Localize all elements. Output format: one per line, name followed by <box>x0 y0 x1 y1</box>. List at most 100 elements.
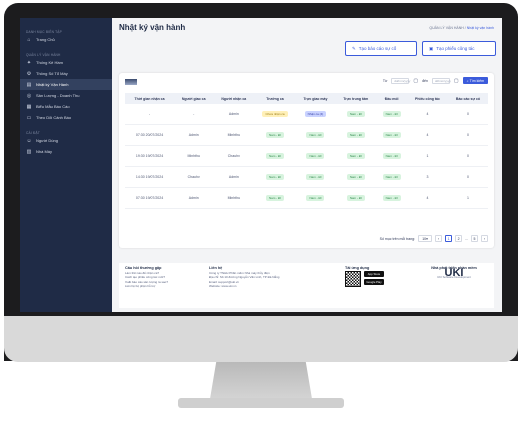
chart-icon: ✦ <box>26 59 32 66</box>
sidebar-item-label: Biểu Mẫu Báo Cáo <box>36 104 70 109</box>
grid-icon: ▦ <box>26 103 32 110</box>
contact-title: Liên hệ <box>209 266 223 270</box>
page-title: Nhật ký vận hành <box>119 23 186 32</box>
sidebar-item-users[interactable]: ☺ Người Dùng <box>20 135 112 146</box>
cell-incidents[interactable]: 1 <box>448 187 488 209</box>
cell-incidents[interactable]: 0 <box>448 166 488 188</box>
monitor-icon: ▭ <box>26 114 32 121</box>
status-badge: Nam - ĐI <box>382 174 401 180</box>
calendar-icon[interactable]: ▢ <box>454 78 459 84</box>
sidebar-item-output-revenue[interactable]: ◎ Sản Lượng - Doanh Thu <box>20 90 112 101</box>
sidebar-item-label: Nhật ký Vận Hành <box>36 82 69 87</box>
sidebar-item-operation-log[interactable]: ▤ Nhật ký Vận Hành <box>20 79 112 90</box>
breadcrumb-root[interactable]: QUẢN LÝ VẬN HÀNH <box>429 26 463 30</box>
sidebar-item-unit-params[interactable]: ⚙ Thông Số Tổ Máy <box>20 68 112 79</box>
book-icon: ▤ <box>26 81 32 88</box>
status-badge: Nam - ĐI <box>265 174 284 180</box>
cell-incidents[interactable]: 0 <box>448 124 488 146</box>
cell-slips[interactable]: 4 <box>406 124 448 146</box>
calendar-icon[interactable]: ▢ <box>413 78 418 84</box>
col-header: Đầu mối <box>376 93 407 104</box>
page-button-1[interactable]: 1 <box>445 235 453 242</box>
contact-line[interactable]: Website: www.uki.vn <box>209 284 339 288</box>
cell-time: 19:30 19/07/2024 <box>125 145 175 167</box>
sidebar-item-tunnel-stats[interactable]: ✦ Thống Kê Hầm <box>20 57 112 68</box>
sidebar-item-alerts[interactable]: ▭ Theo Dõi Cảnh Báo <box>20 112 112 123</box>
pagination-ellipsis: ... <box>465 236 468 241</box>
report-incident-label: Tạo báo cáo sự cố <box>358 46 397 51</box>
footer-brand: Nhà phát triển phần mềm UKI UKI Software… <box>419 266 489 280</box>
sidebar-item-label: Sản Lượng - Doanh Thu <box>36 93 80 98</box>
col-header: Người nhận ca <box>213 93 255 104</box>
sidebar-item-label: Theo Dõi Cảnh Báo <box>36 115 72 120</box>
cell-slips[interactable]: 4 <box>406 104 448 125</box>
date-filter-bar: Từ dd/mm/yyyy ▢ đến dd/mm/yyyy ▢ ⌕ Tìm k… <box>383 77 488 84</box>
breadcrumb-current: Nhật ký vận hành <box>466 26 494 30</box>
status-badge: Nam - ĐI <box>265 195 284 201</box>
table-row[interactable]: 07:30 20/07/2024 Admin Minhthu Nam - ĐI … <box>125 124 488 146</box>
table-row[interactable]: 07:30 19/07/2024 Admin Minhthu Nam - ĐI … <box>125 187 488 209</box>
footer-contact: Liên hệ Công ty TNHH Phần mềm Nhà máy th… <box>209 266 339 288</box>
monitor-stand <box>209 362 313 402</box>
sidebar-item-home[interactable]: ⌂ Trang Chủ <box>20 34 112 45</box>
cell-slips[interactable]: 1 <box>406 145 448 167</box>
page-button-last[interactable]: 5 <box>471 235 478 242</box>
table-row[interactable]: - - Admin Chưa nhận ca Nhận ca (4) Nam -… <box>125 104 488 125</box>
to-date-input[interactable]: dd/mm/yyyy <box>431 77 451 84</box>
cell-receiver: Admin <box>213 104 255 125</box>
cell-time: - <box>125 104 175 125</box>
app-screen: DANH MỤC BIÊN TẬP ⌂ Trang Chủ QUẢN LÝ VẬ… <box>20 18 502 312</box>
edit-icon: ✎ <box>352 45 356 51</box>
table-row[interactable]: 14:30 19/07/2024 Chauhv Admin Nam - ĐI N… <box>125 166 488 188</box>
col-header: Trực giao máy <box>295 93 336 104</box>
cell-slips[interactable]: 3 <box>406 166 448 188</box>
cell-slips[interactable]: 4 <box>406 187 448 209</box>
sidebar-item-label: Người Dùng <box>36 138 58 143</box>
next-page-button[interactable]: › <box>481 235 488 242</box>
cell-receiver: Minhthu <box>213 124 255 146</box>
operation-log-table: Thời gian nhận ca Người giao ca Người nh… <box>125 93 488 209</box>
status-badge: Nam - ĐI <box>306 153 325 159</box>
cell-time: 07:30 19/07/2024 <box>125 187 175 209</box>
users-icon: ☺ <box>26 137 32 144</box>
qr-code <box>345 271 361 288</box>
cell-time: 14:30 19/07/2024 <box>125 166 175 188</box>
cell-receiver: Admin <box>213 166 255 188</box>
google-play-badge[interactable]: Google Play <box>364 279 384 286</box>
cell-giver: Admin <box>174 124 214 146</box>
status-badge: Nam - ĐI <box>346 195 365 201</box>
breadcrumb: QUẢN LÝ VẬN HÀNH / Nhật ký vận hành <box>429 26 494 30</box>
prev-page-button[interactable]: ‹ <box>435 235 443 242</box>
footer: Câu hỏi thường gặp Làm thế nào để nhận c… <box>119 263 494 308</box>
create-shift-slip-button[interactable]: ▣ Tạo phiếu công tác <box>422 41 496 56</box>
from-date-input[interactable]: dd/mm/yyyy <box>391 77 410 84</box>
page-button-2[interactable]: 2 <box>455 235 463 242</box>
footer-download: Tải ứng dụng App Store Google Play <box>345 266 415 288</box>
cell-incidents[interactable]: 0 <box>448 145 488 167</box>
status-badge: Nam - ĐI <box>382 153 401 159</box>
table-row[interactable]: 19:30 19/07/2024 Minhthu Chauhv Nam - ĐI… <box>125 145 488 167</box>
sidebar-item-label: Trang Chủ <box>36 37 55 42</box>
app-store-badge[interactable]: App Store <box>364 271 384 278</box>
gear-icon: ⚙ <box>26 70 32 77</box>
table-header-row: Thời gian nhận ca Người giao ca Người nh… <box>125 93 488 104</box>
sidebar-item-report-forms[interactable]: ▦ Biểu Mẫu Báo Cáo <box>20 101 112 112</box>
per-page-label: Số mục trên mỗi trang: <box>379 236 416 241</box>
cell-incidents[interactable]: 0 <box>448 104 488 125</box>
per-page-select[interactable]: 10 ▾ <box>418 235 433 242</box>
cell-giver: Admin <box>174 187 214 209</box>
pagination: Số mục trên mỗi trang: 10 ▾ ‹ 1 2 ... 5 … <box>380 235 488 242</box>
cell-giver: - <box>174 104 214 125</box>
search-button[interactable]: ⌕ Tìm kiếm <box>462 77 488 84</box>
status-badge: Nam - ĐI <box>265 132 284 138</box>
main-content: Nhật ký vận hành QUẢN LÝ VẬN HÀNH / Nhật… <box>112 18 502 312</box>
report-incident-button[interactable]: ✎ Tạo báo cáo sự cố <box>345 41 417 56</box>
monitor-base <box>178 398 344 408</box>
faq-title: Câu hỏi thường gặp <box>125 266 162 270</box>
faq-link[interactable]: Liên hệ bộ phận hỗ trợ <box>125 284 200 288</box>
factory-icon: ▥ <box>26 148 32 155</box>
plant-logo <box>125 79 137 85</box>
sidebar-item-plants[interactable]: ▥ Nhà Máy <box>20 146 112 157</box>
brand-subtitle: UKI Software Development <box>437 275 471 280</box>
status-badge: Nam - ĐI <box>306 174 325 180</box>
